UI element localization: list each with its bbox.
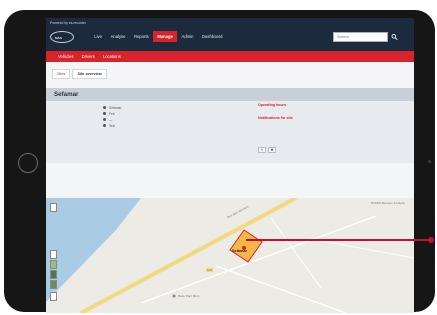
- tab-bar: Sites Site overview: [52, 69, 109, 79]
- subnav-locations[interactable]: Locations: [103, 51, 121, 62]
- logo-text: MAN: [55, 35, 62, 40]
- nav-live[interactable]: Live: [90, 31, 106, 42]
- detail-row: Test: [103, 123, 115, 128]
- layer-map-button[interactable]: [50, 250, 57, 259]
- detail-row: Fee: [103, 111, 115, 116]
- site-details-panel: Sefamar Fee — Test: [46, 101, 414, 163]
- layer-terrain-button[interactable]: [50, 260, 57, 269]
- street: [270, 217, 322, 289]
- layer-hybrid-button[interactable]: [50, 280, 57, 289]
- home-button[interactable]: [18, 153, 38, 173]
- layer-street-button[interactable]: [50, 292, 57, 301]
- page-title: Sefamar: [54, 91, 79, 98]
- tag-icon: [103, 124, 106, 127]
- nav-reports[interactable]: Reports: [130, 31, 153, 42]
- search-icon[interactable]: [391, 33, 398, 41]
- nav-dashboard[interactable]: Dashboard: [198, 31, 227, 42]
- nav-analyse[interactable]: Analyse: [106, 31, 130, 42]
- person-icon: [103, 106, 106, 109]
- callout-line: [246, 239, 430, 241]
- detail-name: Sefamar: [109, 105, 122, 110]
- street: [140, 215, 377, 304]
- tab-site-overview[interactable]: Site overview: [72, 69, 107, 79]
- map-zoom-control[interactable]: [50, 203, 57, 212]
- tab-sites[interactable]: Sites: [52, 69, 71, 79]
- site-geofence[interactable]: [229, 229, 263, 263]
- top-bar: Powered by es.recorder MAN Live Analyse …: [46, 18, 414, 51]
- detail-row: Sefamar: [103, 105, 121, 110]
- app-screen: Powered by es.recorder MAN Live Analyse …: [46, 18, 414, 313]
- layer-satellite-button[interactable]: [50, 270, 57, 279]
- subnav-vehicles[interactable]: Vehicles: [58, 51, 74, 62]
- edit-button[interactable]: ✎: [258, 147, 266, 153]
- notifications-link[interactable]: Notifications for site: [258, 116, 293, 120]
- camera-icon: [428, 160, 431, 163]
- logo[interactable]: MAN: [50, 31, 74, 43]
- detail-empty: —: [109, 117, 113, 122]
- nav-manage[interactable]: Manage: [153, 31, 178, 42]
- callout-dot: [428, 237, 434, 243]
- sub-nav: Vehicles Drivers Locations: [46, 51, 414, 62]
- main-nav: Live Analyse Reports Manage Admin Dashbo…: [90, 31, 227, 42]
- subnav-drivers[interactable]: Drivers: [82, 51, 95, 62]
- poi-icon: [172, 294, 176, 298]
- detail-fee: Fee: [109, 111, 115, 116]
- poi-label: Beau Parc Mont: [178, 294, 200, 298]
- operating-hours-link[interactable]: Operating hours: [258, 103, 286, 107]
- user-icon: [103, 118, 106, 121]
- phone-icon: [103, 112, 106, 115]
- street: [215, 265, 347, 313]
- delete-button[interactable]: ✖: [268, 147, 276, 153]
- search-input[interactable]: [333, 32, 388, 42]
- poi-label: STARS Bureaux & Dépôt: [371, 201, 405, 205]
- detail-row: —: [103, 117, 112, 122]
- site-header: Sefamar: [46, 88, 414, 101]
- map-view[interactable]: Rue des Vanniers STARS Bureaux & Dépôt B…: [46, 198, 414, 313]
- powered-by-text: Powered by es.recorder: [50, 21, 86, 25]
- nav-admin[interactable]: Admin: [177, 31, 197, 42]
- street: [305, 237, 414, 259]
- detail-test: Test: [109, 123, 116, 128]
- site-map-label: Sefamar: [232, 249, 247, 253]
- road-number-label: 100: [206, 268, 214, 272]
